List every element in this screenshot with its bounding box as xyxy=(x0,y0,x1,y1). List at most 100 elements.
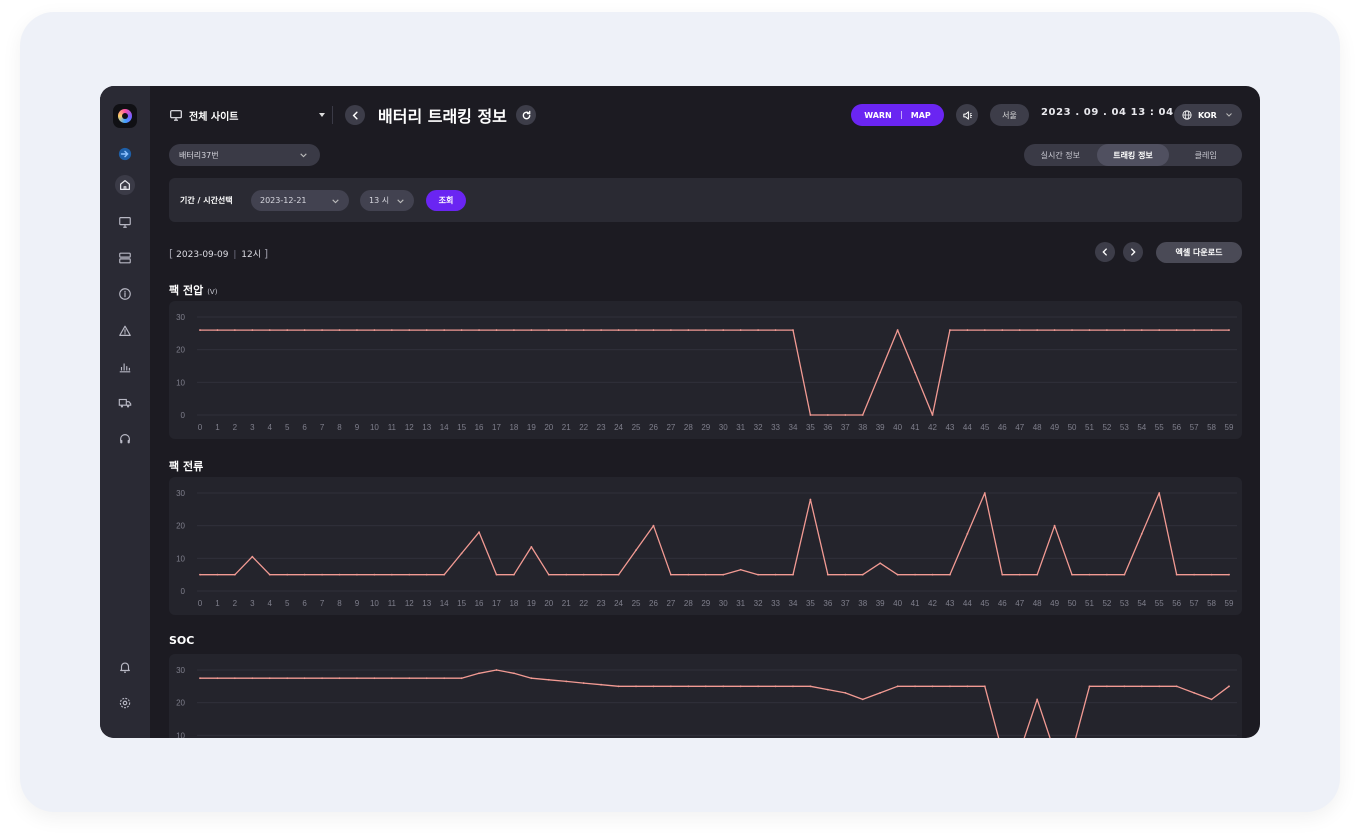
data-point xyxy=(408,329,411,331)
logo-icon[interactable] xyxy=(113,104,137,128)
data-point xyxy=(1210,573,1213,576)
x-tick-label: 36 xyxy=(823,423,832,432)
next-button[interactable] xyxy=(1123,242,1143,262)
server-icon[interactable] xyxy=(115,248,135,268)
data-point xyxy=(565,573,568,576)
prev-button[interactable] xyxy=(1095,242,1115,262)
data-point xyxy=(547,573,550,576)
x-tick-label: 3 xyxy=(250,599,255,608)
tab-realtime-info[interactable]: 실시간 정보 xyxy=(1024,144,1097,166)
x-tick-label: 43 xyxy=(945,423,954,432)
data-point xyxy=(530,546,533,548)
warn-map-toggle[interactable]: WARN MAP xyxy=(851,104,944,126)
x-tick-label: 21 xyxy=(562,599,571,608)
monitor-icon[interactable] xyxy=(115,212,135,232)
x-tick-label: 58 xyxy=(1207,423,1216,432)
data-point xyxy=(669,685,672,688)
x-tick-label: 16 xyxy=(475,599,484,608)
tab-claim[interactable]: 클레임 xyxy=(1169,144,1242,166)
data-point xyxy=(844,691,847,694)
chevron-left-icon xyxy=(352,111,358,119)
tab-tracking-info[interactable]: 트래킹 정보 xyxy=(1096,144,1170,166)
headset-icon[interactable] xyxy=(115,429,135,449)
x-tick-label: 49 xyxy=(1050,423,1059,432)
x-tick-label: 7 xyxy=(320,599,325,608)
truck-icon[interactable] xyxy=(115,393,135,413)
x-tick-label: 48 xyxy=(1033,423,1042,432)
data-point xyxy=(931,573,934,576)
sound-button[interactable] xyxy=(956,104,978,126)
expand-arrow-icon[interactable] xyxy=(115,144,135,164)
x-tick-label: 8 xyxy=(337,599,342,608)
x-tick-label: 16 xyxy=(475,423,484,432)
x-tick-label: 26 xyxy=(649,423,658,432)
data-point xyxy=(338,573,341,576)
refresh-icon xyxy=(522,110,530,119)
x-tick-label: 17 xyxy=(492,599,501,608)
data-point xyxy=(303,329,306,331)
series-line xyxy=(200,329,1229,416)
soc-chart: 0102030012345678910111213141516171819202… xyxy=(176,666,1237,738)
monitor-small-icon xyxy=(170,109,182,121)
x-tick-label: 53 xyxy=(1120,423,1129,432)
data-point xyxy=(1210,329,1213,331)
chevron-down-icon xyxy=(299,151,308,160)
data-point xyxy=(600,329,603,331)
x-tick-label: 56 xyxy=(1172,599,1181,608)
location-badge[interactable]: 서울 xyxy=(990,104,1029,126)
chart-unit-voltage: (V) xyxy=(207,288,218,296)
bell-icon[interactable] xyxy=(115,657,135,677)
data-point xyxy=(582,682,585,684)
data-point xyxy=(966,532,969,535)
data-point xyxy=(425,677,428,680)
data-point xyxy=(792,685,794,688)
x-tick-label: 29 xyxy=(701,423,710,432)
home-icon[interactable] xyxy=(115,175,135,195)
range-label: [ 2023-09-09 | 12시 ] xyxy=(169,247,268,260)
range-open-bracket: [ xyxy=(169,247,174,260)
range-divider: | xyxy=(233,250,237,260)
data-point xyxy=(373,329,376,331)
bar-chart-icon[interactable] xyxy=(115,357,135,377)
x-tick-label: 59 xyxy=(1225,423,1234,432)
data-point xyxy=(286,573,289,576)
series-line xyxy=(200,669,1230,738)
site-select[interactable]: 전체 사이트 xyxy=(170,105,325,125)
back-button[interactable] xyxy=(345,105,365,125)
data-point xyxy=(792,329,794,331)
data-point xyxy=(774,573,777,576)
data-point xyxy=(1140,532,1143,535)
chevron-left-icon xyxy=(1102,248,1107,256)
data-point xyxy=(809,414,812,416)
refresh-button[interactable] xyxy=(516,105,536,125)
warning-icon[interactable] xyxy=(115,321,135,341)
data-point xyxy=(1158,492,1161,494)
data-point xyxy=(443,573,446,576)
query-button[interactable]: 조회 xyxy=(426,190,466,211)
x-tick-label: 6 xyxy=(302,599,307,608)
x-tick-label: 38 xyxy=(858,599,867,608)
info-icon[interactable] xyxy=(115,284,135,304)
data-point xyxy=(199,329,201,331)
x-tick-label: 11 xyxy=(388,423,397,432)
data-point xyxy=(1053,524,1056,527)
data-point xyxy=(826,688,829,691)
data-point xyxy=(303,573,306,576)
page-title: 배터리 트래킹 정보 xyxy=(378,107,507,126)
battery-select[interactable]: 배터리37번 xyxy=(169,144,320,166)
warn-label[interactable]: WARN xyxy=(864,111,892,120)
map-label[interactable]: MAP xyxy=(911,111,931,120)
excel-download-button[interactable]: 엑셀 다운로드 xyxy=(1156,242,1242,263)
data-point xyxy=(931,414,934,416)
data-point xyxy=(390,573,393,576)
x-tick-label: 53 xyxy=(1120,599,1129,608)
x-tick-label: 12 xyxy=(405,599,414,608)
data-point xyxy=(303,677,306,680)
site-select-label: 전체 사이트 xyxy=(189,111,239,123)
data-point xyxy=(1158,685,1161,688)
x-tick-label: 14 xyxy=(440,599,449,608)
settings-icon[interactable] xyxy=(115,693,135,713)
date-select[interactable]: 2023-12-21 xyxy=(251,190,349,211)
language-select[interactable]: KOR xyxy=(1174,104,1242,126)
hour-select[interactable]: 13 시 xyxy=(360,190,414,211)
